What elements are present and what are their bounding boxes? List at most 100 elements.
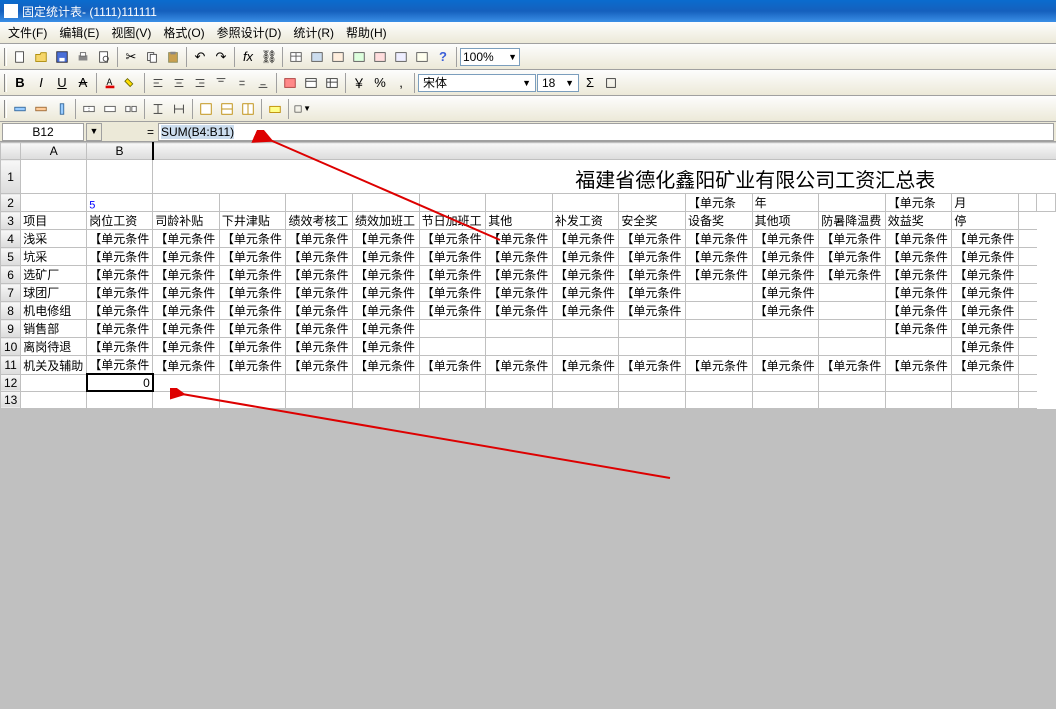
split-icon[interactable]	[121, 99, 141, 119]
cell[interactable]	[419, 320, 486, 338]
copy-icon[interactable]	[142, 47, 162, 67]
cell[interactable]: 【单元条件	[419, 266, 486, 284]
menu-view[interactable]: 视图(V)	[105, 22, 157, 43]
cell[interactable]: 其他	[486, 212, 553, 230]
cell[interactable]: 【单元条件	[752, 302, 819, 320]
cell[interactable]	[819, 338, 886, 356]
cell[interactable]	[153, 374, 220, 391]
row-header[interactable]: 3	[1, 212, 21, 230]
table1-icon[interactable]	[286, 47, 306, 67]
cell[interactable]: 【单元条件	[419, 230, 486, 248]
cell[interactable]: 坑采	[21, 248, 87, 266]
cell[interactable]: 【单元条件	[219, 266, 286, 284]
cell[interactable]: 【单元条件	[752, 284, 819, 302]
comma-icon[interactable]: ,	[391, 73, 411, 93]
open-icon[interactable]	[31, 47, 51, 67]
paste-icon[interactable]	[163, 47, 183, 67]
cell[interactable]	[486, 374, 553, 391]
cell[interactable]: 【单元条件	[819, 230, 886, 248]
colw-icon[interactable]	[169, 99, 189, 119]
cell[interactable]	[552, 194, 619, 212]
menu-ref-design[interactable]: 参照设计(D)	[211, 22, 288, 43]
cell[interactable]	[1018, 194, 1036, 212]
print-icon[interactable]	[73, 47, 93, 67]
cell[interactable]: 防暑降温费	[819, 212, 886, 230]
cell[interactable]	[87, 160, 153, 194]
grid2-icon[interactable]	[217, 99, 237, 119]
cell[interactable]	[752, 374, 819, 391]
cell[interactable]: 岗位工资	[87, 212, 153, 230]
currency-icon[interactable]: ￥	[349, 73, 369, 93]
cell[interactable]: 【单元条件	[419, 284, 486, 302]
row-header[interactable]: 13	[1, 391, 21, 408]
cell[interactable]	[819, 374, 886, 391]
cell[interactable]: 效益奖	[885, 212, 952, 230]
cell[interactable]: 【单元条件	[219, 248, 286, 266]
cell[interactable]	[153, 194, 220, 212]
row-header[interactable]: 9	[1, 320, 21, 338]
valign-bot-icon[interactable]	[253, 73, 273, 93]
cell[interactable]: 【单元条件	[286, 284, 353, 302]
cell[interactable]: 【单元条件	[153, 248, 220, 266]
cell[interactable]: 【单元条件	[619, 284, 686, 302]
cell[interactable]	[1018, 284, 1036, 302]
formula-input[interactable]: SUM(B4:B11)	[158, 123, 1054, 141]
cell[interactable]: 【单元条件	[752, 266, 819, 284]
cell[interactable]: 【单元条件	[552, 248, 619, 266]
cell[interactable]	[686, 320, 753, 338]
cell[interactable]	[419, 194, 486, 212]
cell[interactable]: 【单元条件	[87, 338, 153, 356]
menu-file[interactable]: 文件(F)	[2, 22, 53, 43]
cell[interactable]	[1018, 356, 1036, 375]
cell[interactable]	[619, 338, 686, 356]
table6-icon[interactable]	[391, 47, 411, 67]
valign-mid-icon[interactable]	[232, 73, 252, 93]
cell[interactable]: 【单元条件	[952, 356, 1019, 375]
cell[interactable]: 【单元条件	[486, 284, 553, 302]
cell[interactable]	[21, 374, 87, 391]
cell[interactable]: 【单元条件	[619, 356, 686, 375]
zoom-combo[interactable]: 100%▼	[460, 48, 520, 66]
strike-button[interactable]: A	[73, 73, 93, 93]
grid3-icon[interactable]	[238, 99, 258, 119]
cell[interactable]	[486, 194, 553, 212]
cell[interactable]	[686, 338, 753, 356]
cell[interactable]: 【单元条件	[87, 266, 153, 284]
cell[interactable]: 【单元条件	[686, 356, 753, 375]
menu-edit[interactable]: 编辑(E)	[53, 22, 105, 43]
cell[interactable]	[353, 374, 420, 391]
cell-reference[interactable]: B12	[2, 123, 84, 141]
cut-icon[interactable]: ✂	[121, 47, 141, 67]
row-header[interactable]: 5	[1, 248, 21, 266]
cell[interactable]: 【单元条	[885, 194, 952, 212]
redo-icon[interactable]: ↷	[211, 47, 231, 67]
cell[interactable]: 【单元条件	[486, 302, 553, 320]
cell[interactable]: 【单元条件	[952, 338, 1019, 356]
cell[interactable]: 【单元条件	[219, 230, 286, 248]
cell[interactable]: 【单元条件	[419, 248, 486, 266]
cellref-dropdown[interactable]: ▼	[86, 123, 102, 141]
cell[interactable]: 【单元条件	[952, 302, 1019, 320]
cell[interactable]: 【单元条件	[286, 230, 353, 248]
cell[interactable]	[752, 338, 819, 356]
row-header[interactable]: 11	[1, 356, 21, 375]
cell[interactable]: 【单元条件	[952, 230, 1019, 248]
cell[interactable]	[286, 374, 353, 391]
cell[interactable]	[885, 374, 952, 391]
cell[interactable]: 【单元条件	[885, 320, 952, 338]
cell[interactable]	[619, 194, 686, 212]
cell[interactable]: 【单元条件	[153, 320, 220, 338]
cell[interactable]: 司龄补贴	[153, 212, 220, 230]
cell[interactable]: 【单元条件	[552, 266, 619, 284]
cell[interactable]: 【单元条件	[885, 230, 952, 248]
cell[interactable]	[619, 391, 686, 408]
cell[interactable]: 节日加班工	[419, 212, 486, 230]
cell[interactable]: 【单元条件	[87, 230, 153, 248]
italic-button[interactable]: I	[31, 73, 51, 93]
row-header[interactable]: 1	[1, 160, 21, 194]
cell[interactable]: 【单元条件	[153, 284, 220, 302]
cell[interactable]	[1018, 248, 1036, 266]
preview-icon[interactable]	[94, 47, 114, 67]
cell[interactable]: 【单元条件	[619, 302, 686, 320]
cell[interactable]: 销售部	[21, 320, 87, 338]
